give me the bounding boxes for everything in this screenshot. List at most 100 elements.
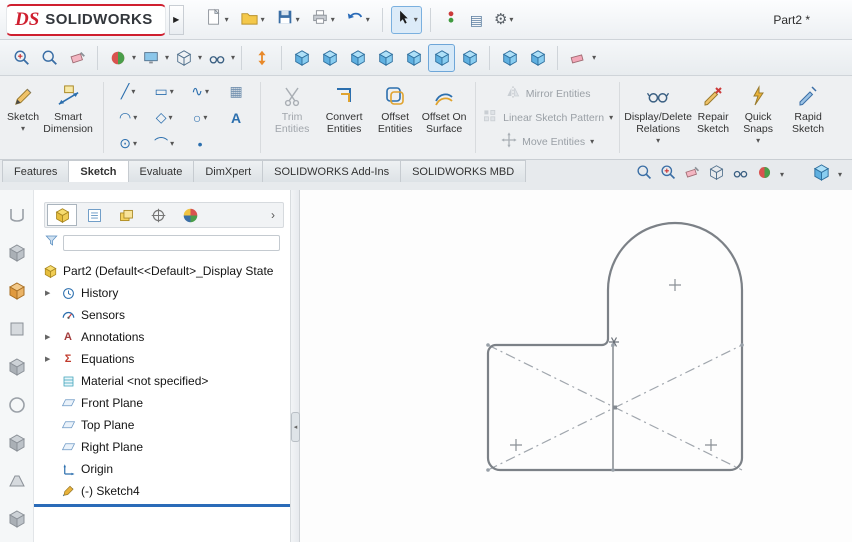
property-manager-tab[interactable] xyxy=(79,204,109,226)
hide-show-items-button[interactable] xyxy=(203,44,230,72)
sketch-profile-outline[interactable] xyxy=(486,221,744,472)
polygon-tool-button[interactable]: ◇ ▾ xyxy=(146,105,182,131)
feature-tool-button[interactable] xyxy=(4,202,30,228)
spline-tool-button[interactable]: ∿ ▾ xyxy=(182,79,218,105)
standard-view-cube-button[interactable] xyxy=(524,44,551,72)
rollback-bar[interactable] xyxy=(34,504,290,507)
apply-scene-button[interactable] xyxy=(137,44,164,72)
feature-tool-button[interactable] xyxy=(4,240,30,266)
feature-tool-button[interactable] xyxy=(4,506,30,532)
standard-view-cube-button[interactable] xyxy=(456,44,483,72)
ellipse-tool-button[interactable]: ⊙ ▾ xyxy=(110,131,146,157)
rebuild-button[interactable] xyxy=(439,6,463,34)
hud-hide-show-items-button[interactable] xyxy=(732,164,749,186)
hud-display-style-button[interactable] xyxy=(708,164,725,186)
options-button[interactable]: ⚙ ▾ xyxy=(490,6,517,34)
hud-zoom-to-area-button[interactable] xyxy=(660,164,677,186)
tree-item-material[interactable]: Material <not specified> xyxy=(34,370,290,392)
hud-zoom-to-fit-button[interactable] xyxy=(636,164,653,186)
linear-sketch-pattern-button[interactable]: Linear Sketch Pattern ▾ xyxy=(482,108,613,127)
graphics-area[interactable] xyxy=(300,190,852,542)
standard-view-cube-button[interactable] xyxy=(496,44,523,72)
sketch-vertex[interactable] xyxy=(486,343,490,347)
tab-sketch[interactable]: Sketch xyxy=(68,160,129,182)
feature-tool-button[interactable] xyxy=(4,278,30,304)
panel-collapse-handle[interactable]: ◂ xyxy=(291,412,300,442)
new-document-button[interactable]: ▾ xyxy=(201,6,233,34)
rectangle-tool-button[interactable]: ▭ ▾ xyxy=(146,79,182,105)
display-delete-relations-button[interactable]: Display/Delete Relations ▾ xyxy=(624,78,692,157)
repair-sketch-button[interactable]: Repair Sketch xyxy=(690,78,736,157)
feature-manager-tab[interactable] xyxy=(47,204,77,226)
line-tool-button[interactable]: ╱ ▾ xyxy=(110,79,146,105)
center-point-mark[interactable] xyxy=(705,439,717,451)
panel-splitter[interactable]: ◂ xyxy=(290,190,300,542)
configuration-manager-tab[interactable] xyxy=(111,204,141,226)
dimxpert-manager-tab[interactable] xyxy=(143,204,173,226)
standard-view-cube-button[interactable] xyxy=(316,44,343,72)
expand-arrow-icon[interactable]: ▶ xyxy=(45,289,50,297)
offset-on-surface-button[interactable]: Offset On Surface xyxy=(419,78,469,157)
feature-tool-button[interactable] xyxy=(4,430,30,456)
sketch-vertex[interactable] xyxy=(740,343,744,347)
menu-expand-button[interactable]: ▶ xyxy=(168,4,184,35)
quick-snaps-button[interactable]: Quick Snaps ▾ xyxy=(736,78,780,157)
tab-solidworks-add-ins[interactable]: SOLIDWORKS Add-Ins xyxy=(262,160,402,182)
save-button[interactable]: ▾ xyxy=(272,6,304,34)
rapid-sketch-button[interactable]: Rapid Sketch xyxy=(780,78,836,157)
offset-entities-button[interactable]: Offset Entities xyxy=(371,78,419,157)
tab-solidworks-mbd[interactable]: SOLIDWORKS MBD xyxy=(400,160,527,182)
panel-tabs-overflow-button[interactable]: › xyxy=(265,208,281,222)
feature-tool-button[interactable] xyxy=(4,354,30,380)
hud-section-view-button[interactable] xyxy=(684,164,701,186)
tree-root-part[interactable]: Part2 (Default<<Default>_Display State xyxy=(34,260,290,282)
sketch-button[interactable]: Sketch ▾ xyxy=(7,78,39,157)
standard-view-cube-button[interactable] xyxy=(428,43,456,72)
zoom-to-fit-button[interactable] xyxy=(36,44,63,72)
convert-entities-button[interactable]: Convert Entities xyxy=(317,78,371,157)
tree-item-annotations[interactable]: ▶ A Annotations xyxy=(34,326,290,348)
arc-tool-button[interactable]: ◠ ▾ xyxy=(110,105,146,131)
fillet-tool-button[interactable]: ⌒ ▾ xyxy=(146,131,182,157)
tree-filter-input[interactable] xyxy=(63,235,280,251)
display-report-button[interactable]: ▤ xyxy=(466,6,487,34)
arc-center-point[interactable] xyxy=(669,279,681,291)
print-button[interactable]: ▾ xyxy=(307,6,339,34)
edit-appearance-button[interactable] xyxy=(104,44,131,72)
feature-tool-button[interactable] xyxy=(4,468,30,494)
zoom-to-area-button[interactable] xyxy=(8,44,35,72)
midpoint-mark[interactable] xyxy=(613,405,617,410)
eraser-button[interactable] xyxy=(564,44,591,72)
display-manager-tab[interactable] xyxy=(175,204,205,226)
standard-view-cube-button[interactable] xyxy=(344,44,371,72)
standard-view-cube-button[interactable] xyxy=(288,44,315,72)
tree-item-equations[interactable]: ▶ Σ Equations xyxy=(34,348,290,370)
tree-item-sketch4[interactable]: (-) Sketch4 xyxy=(34,480,290,502)
sketch-drawing[interactable] xyxy=(300,190,852,542)
expand-arrow-icon[interactable]: ▶ xyxy=(45,355,50,363)
tree-item-origin[interactable]: Origin xyxy=(34,458,290,480)
open-document-button[interactable]: ▾ xyxy=(236,6,269,34)
section-view-button[interactable] xyxy=(64,44,91,72)
select-tool-button[interactable]: ▾ xyxy=(390,5,422,34)
undo-button[interactable]: ▾ xyxy=(342,6,374,34)
tab-features[interactable]: Features xyxy=(2,160,70,182)
tree-item-sensors[interactable]: Sensors xyxy=(34,304,290,326)
hud-edit-appearance-button[interactable] xyxy=(756,164,773,186)
tree-item-history[interactable]: ▶ History xyxy=(34,282,290,304)
tab-evaluate[interactable]: Evaluate xyxy=(127,160,195,182)
hud-view-orientation-cube-button[interactable] xyxy=(812,163,831,187)
circle-tool-button[interactable]: ○ ▾ xyxy=(182,105,218,131)
feature-tool-button[interactable] xyxy=(4,316,30,342)
expand-arrow-icon[interactable]: ▶ xyxy=(45,333,50,341)
tree-item-top-plane[interactable]: Top Plane xyxy=(34,414,290,436)
feature-tool-button[interactable] xyxy=(4,392,30,418)
sketch-vertex[interactable] xyxy=(611,343,615,347)
standard-view-cube-button[interactable] xyxy=(400,44,427,72)
sketch-plane-tool-button[interactable]: ▦ xyxy=(218,79,254,105)
tree-item-front-plane[interactable]: Front Plane xyxy=(34,392,290,414)
tree-item-right-plane[interactable]: Right Plane xyxy=(34,436,290,458)
mirror-entities-button[interactable]: Mirror Entities xyxy=(505,84,590,103)
tab-dimxpert[interactable]: DimXpert xyxy=(193,160,264,182)
sketch-vertex[interactable] xyxy=(611,468,615,472)
